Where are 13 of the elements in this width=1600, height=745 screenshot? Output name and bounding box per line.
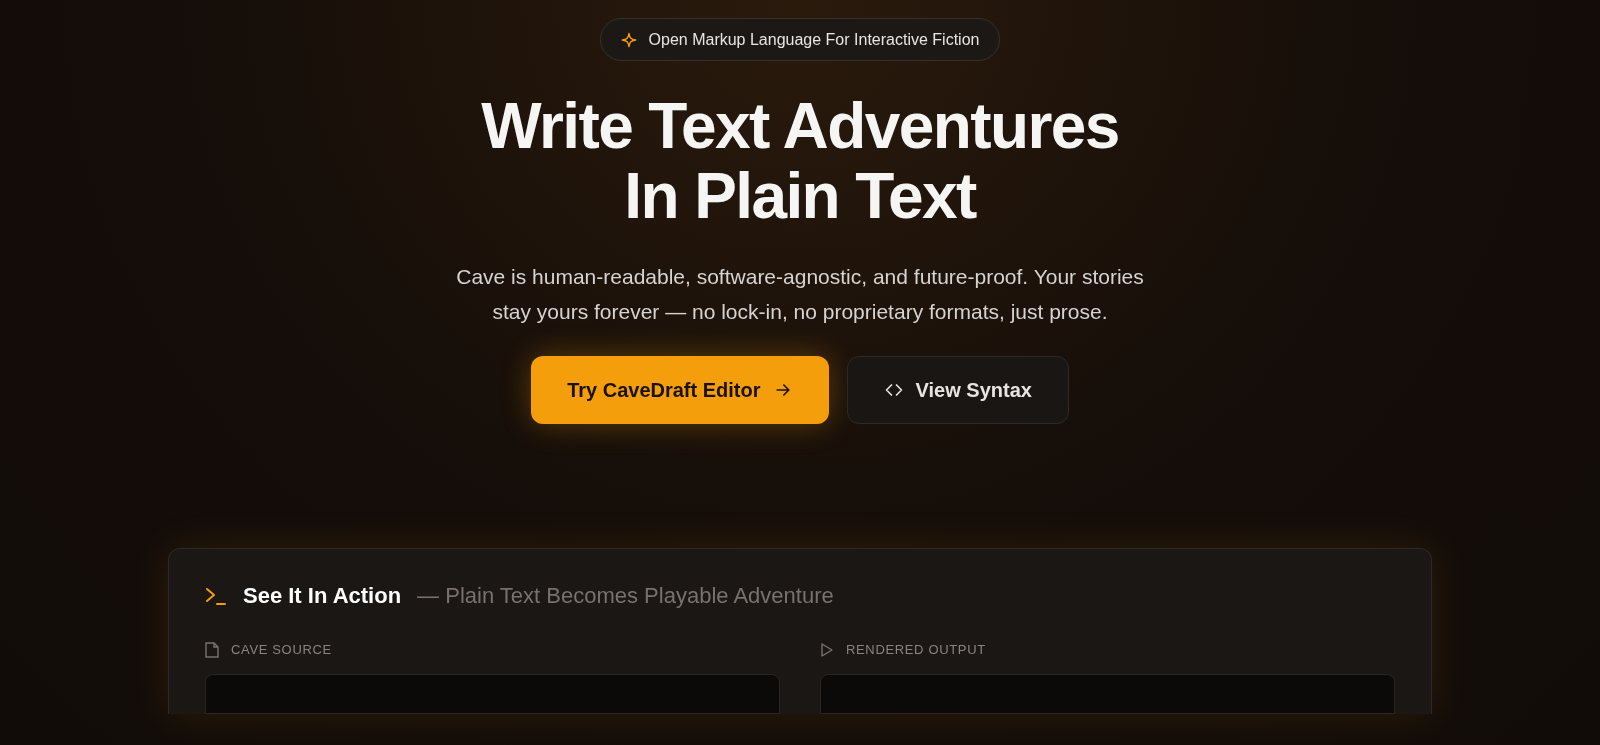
editor-button[interactable]: Try CaveDraft Editor bbox=[531, 356, 829, 424]
hero-heading: Write Text Adventures In Plain Text bbox=[481, 91, 1119, 231]
terminal-icon bbox=[205, 585, 227, 606]
demo-title: See It In Action bbox=[243, 582, 402, 610]
demo-subtitle: — Plain Text Becomes Playable Adventure bbox=[417, 582, 834, 610]
syntax-button[interactable]: View Syntax bbox=[846, 356, 1069, 424]
panel-label: RENDERED OUTPUT bbox=[846, 641, 986, 659]
tagline-text: Open Markup Language For Interactive Fiction bbox=[648, 29, 980, 50]
panel-label: CAVE SOURCE bbox=[231, 641, 332, 659]
sparkle-icon bbox=[620, 31, 637, 48]
play-icon bbox=[820, 641, 834, 658]
file-icon bbox=[205, 641, 219, 658]
hero-description: Cave is human-readable, software-agnostic, and future-proof. Your stories stay yours forever — no lock-in, no proprietary formats, just prose. bbox=[455, 264, 1145, 325]
